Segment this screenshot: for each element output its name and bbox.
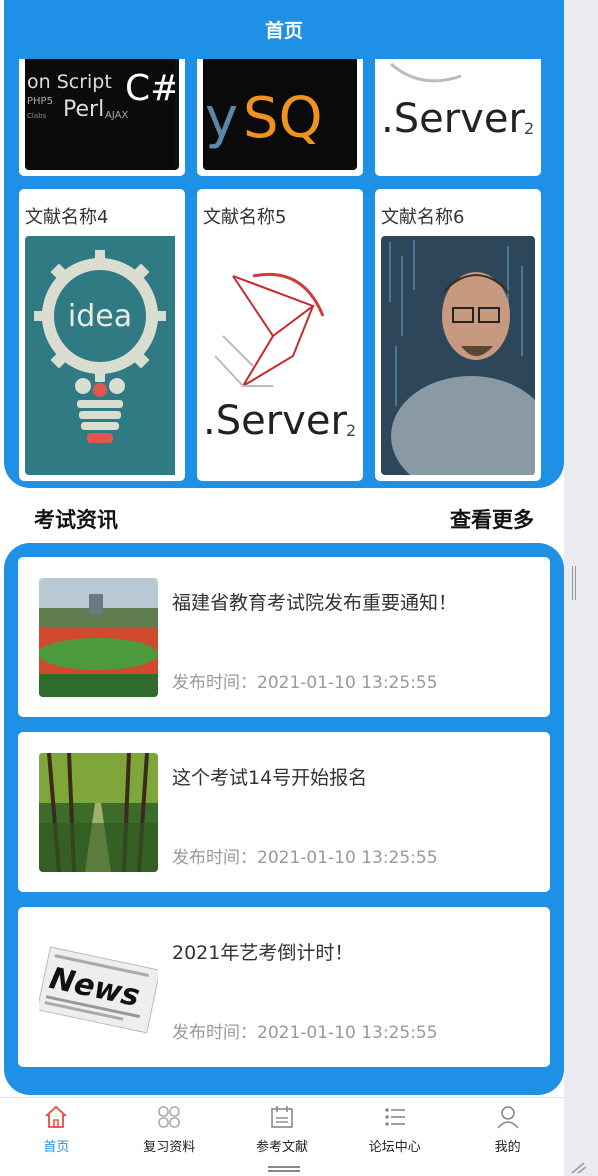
bottom-tabbar: 首页 复习资料 参考文献 论坛中心 我的 [0, 1097, 564, 1159]
sql-server-cover: .Server 2 [203, 236, 357, 475]
tab-label: 论坛中心 [368, 1140, 421, 1155]
app-screen: on Script C# PHP5 Perl AJAX Clabs y SQ .… [0, 0, 564, 1176]
svg-text:PHP5: PHP5 [27, 96, 53, 107]
tab-forum[interactable]: 论坛中心 [338, 1098, 451, 1159]
news-time: 发布时间：2021-01-10 13:25:55 [172, 1023, 438, 1043]
literature-name: 文献名称6 [381, 207, 465, 228]
news-panel: 福建省教育考试院发布重要通知！ 发布时间：2021-01-10 13:25:55… [4, 543, 564, 1095]
drag-handle[interactable] [268, 1166, 300, 1172]
coder-person-cover [381, 236, 535, 475]
svg-text:Clabs: Clabs [27, 112, 47, 120]
tab-mine[interactable]: 我的 [451, 1098, 564, 1159]
top-header: 首页 [4, 0, 564, 59]
news-item-3[interactable]: News 2021年艺考倒计时！ 发布时间：2021-01-10 13:25:5… [18, 907, 550, 1067]
tab-label: 我的 [494, 1140, 521, 1155]
scrollbar-thumb[interactable] [572, 566, 576, 600]
exam-news-section-header: 考试资讯 查看更多 [0, 494, 564, 540]
literature-panel: on Script C# PHP5 Perl AJAX Clabs y SQ .… [4, 0, 564, 488]
literature-card-6[interactable]: 文献名称6 [375, 189, 541, 481]
newspaper-photo: News [39, 928, 158, 1047]
tab-references[interactable]: 参考文献 [226, 1098, 339, 1159]
news-title: 福建省教育考试院发布重要通知！ [172, 592, 458, 614]
svg-text:.Server: .Server [381, 96, 525, 142]
resize-grip-icon[interactable] [566, 1160, 590, 1174]
home-icon [45, 1105, 67, 1128]
list-icon [384, 1108, 405, 1126]
literature-name: 文献名称4 [25, 207, 109, 228]
user-icon [496, 1106, 519, 1129]
svg-text:idea: idea [68, 299, 132, 334]
calendar-icon [271, 1106, 293, 1128]
svg-text:AJAX: AJAX [105, 110, 128, 121]
literature-card-5[interactable]: 文献名称5 .Server 2 [197, 189, 363, 481]
tab-label: 参考文献 [255, 1140, 308, 1155]
literature-card-4[interactable]: 文献名称4 idea [19, 189, 185, 481]
stadium-photo [39, 578, 158, 697]
tab-label: 复习资料 [143, 1140, 196, 1155]
svg-text:.Server: .Server [203, 398, 347, 444]
svg-text:SQ: SQ [243, 86, 323, 151]
news-title: 2021年艺考倒计时！ [172, 942, 354, 964]
news-title: 这个考试14号开始报名 [172, 767, 368, 789]
grid-icon [158, 1106, 180, 1128]
news-time: 发布时间：2021-01-10 13:25:55 [172, 848, 438, 868]
tab-home[interactable]: 首页 [0, 1098, 113, 1159]
svg-text:on Script: on Script [27, 71, 112, 93]
svg-text:C#: C# [125, 68, 175, 109]
news-item-2[interactable]: 这个考试14号开始报名 发布时间：2021-01-10 13:25:55 [18, 732, 550, 892]
idea-gear-cover: idea [25, 236, 179, 475]
news-item-1[interactable]: 福建省教育考试院发布重要通知！ 发布时间：2021-01-10 13:25:55 [18, 557, 550, 717]
tab-review-materials[interactable]: 复习资料 [113, 1098, 226, 1159]
tab-label: 首页 [43, 1140, 70, 1155]
view-more-link[interactable]: 查看更多 [450, 504, 534, 534]
page-title: 首页 [264, 20, 303, 42]
svg-text:Perl: Perl [63, 97, 104, 122]
literature-name: 文献名称5 [203, 207, 287, 228]
news-time: 发布时间：2021-01-10 13:25:55 [172, 673, 438, 693]
svg-text:2: 2 [346, 421, 356, 440]
svg-text:y: y [205, 86, 238, 151]
svg-text:2: 2 [524, 119, 534, 138]
section-title: 考试资讯 [34, 508, 118, 532]
tree-path-photo [39, 753, 158, 872]
